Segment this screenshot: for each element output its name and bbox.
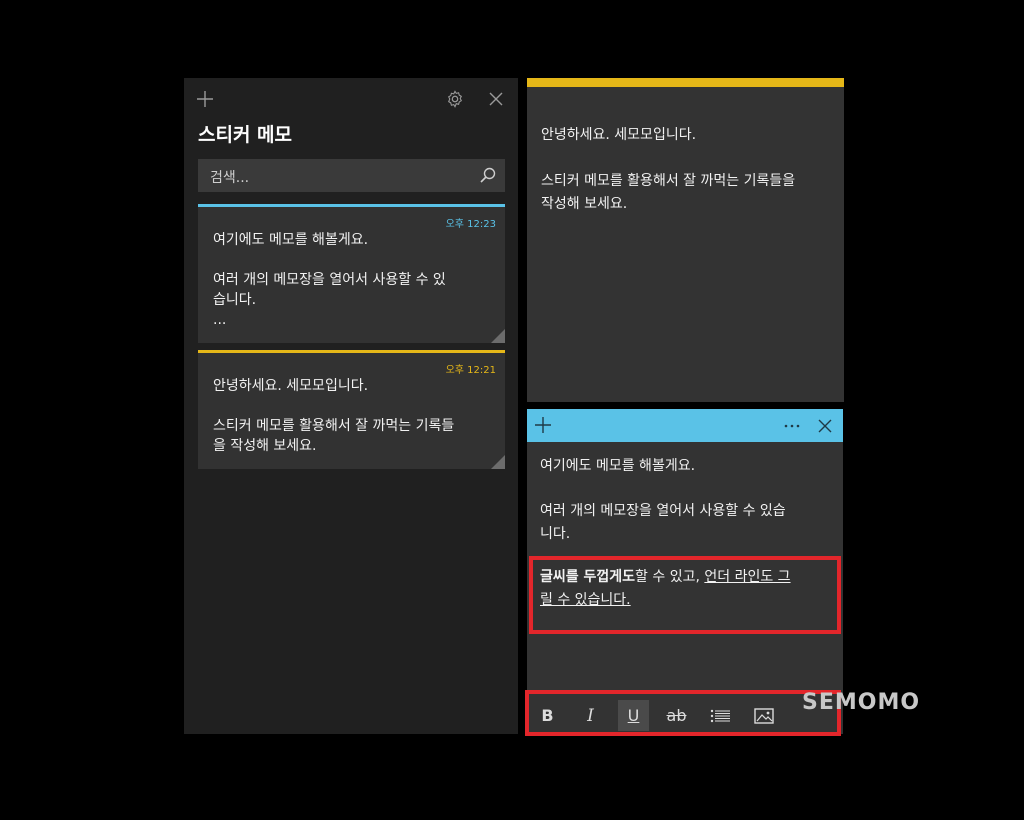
note-corner-fold	[491, 455, 505, 469]
note-accent-bar	[198, 350, 505, 353]
highlight-box-toolbar	[525, 690, 841, 736]
page-title: 스티커 메모	[198, 124, 293, 146]
note-line: 을 작성해 보세요.	[213, 438, 317, 454]
note-line: 습니다.	[213, 292, 257, 308]
note-line: 안녕하세요. 세모모입니다.	[541, 127, 697, 143]
search-input[interactable]: 검색...	[198, 159, 505, 192]
note-preview: 안녕하세요. 세모모입니다. 스티커 메모를 활용해서 잘 까먹는 기록들 을 …	[213, 376, 488, 456]
note-line: ...	[213, 312, 227, 328]
note-accent-bar	[198, 204, 505, 207]
note-title-bar[interactable]	[527, 409, 843, 442]
note-line: 여기에도 메모를 해볼게요.	[213, 232, 369, 248]
note-timestamp: 오후 12:23	[445, 219, 496, 230]
note-line: 안녕하세요. 세모모입니다.	[213, 378, 369, 394]
note-line: 여러 개의 메모장을 열어서 사용할 수 있	[213, 272, 446, 288]
note-timestamp: 오후 12:21	[445, 365, 496, 376]
note-line: 작성해 보세요.	[541, 196, 628, 212]
add-note-icon[interactable]	[194, 88, 216, 110]
search-placeholder: 검색...	[210, 170, 250, 186]
highlight-box-formatted-text	[529, 556, 841, 634]
notes-list-window: 스티커 메모 검색... 오후 12:23 여기에도 메모를 해볼게요. 여러 …	[184, 78, 518, 734]
settings-gear-icon[interactable]	[444, 88, 466, 110]
more-options-icon[interactable]	[783, 418, 801, 438]
note-content[interactable]: 안녕하세요. 세모모입니다. 스티커 메모를 활용해서 잘 까먹는 기록들을 작…	[541, 124, 833, 216]
close-icon[interactable]	[485, 88, 507, 110]
note-line: 스티커 메모를 활용해서 잘 까먹는 기록들	[213, 418, 455, 434]
note-line: 스티커 메모를 활용해서 잘 까먹는 기록들을	[541, 173, 796, 189]
note-line: 여러 개의 메모장을 열어서 사용할 수 있습	[540, 503, 786, 519]
note-card-blue[interactable]: 오후 12:23 여기에도 메모를 해볼게요. 여러 개의 메모장을 열어서 사…	[198, 204, 505, 343]
close-icon[interactable]	[818, 418, 832, 437]
search-icon[interactable]	[480, 167, 496, 187]
note-card-yellow[interactable]: 오후 12:21 안녕하세요. 세모모입니다. 스티커 메모를 활용해서 잘 까…	[198, 350, 505, 469]
note-corner-fold	[491, 329, 505, 343]
note-line: 니다.	[540, 526, 571, 542]
note-title-bar[interactable]	[527, 78, 844, 87]
add-note-icon[interactable]	[535, 417, 551, 437]
watermark-logo: SEMOMO	[802, 690, 921, 715]
note-line: 여기에도 메모를 해볼게요.	[540, 458, 696, 474]
yellow-sticky-note[interactable]: 안녕하세요. 세모모입니다. 스티커 메모를 활용해서 잘 까먹는 기록들을 작…	[527, 78, 844, 402]
note-preview: 여기에도 메모를 해볼게요. 여러 개의 메모장을 열어서 사용할 수 있 습니…	[213, 230, 488, 330]
